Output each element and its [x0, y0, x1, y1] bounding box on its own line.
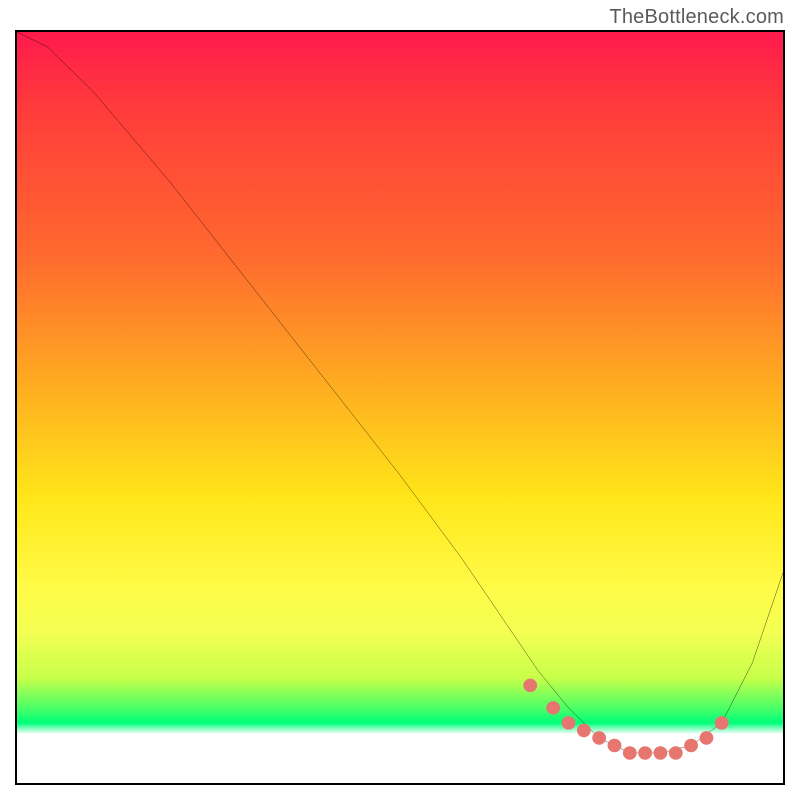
- watermark-text: TheBottleneck.com: [609, 6, 784, 29]
- chart-gradient-background: [17, 32, 783, 783]
- chart-frame: [15, 30, 785, 785]
